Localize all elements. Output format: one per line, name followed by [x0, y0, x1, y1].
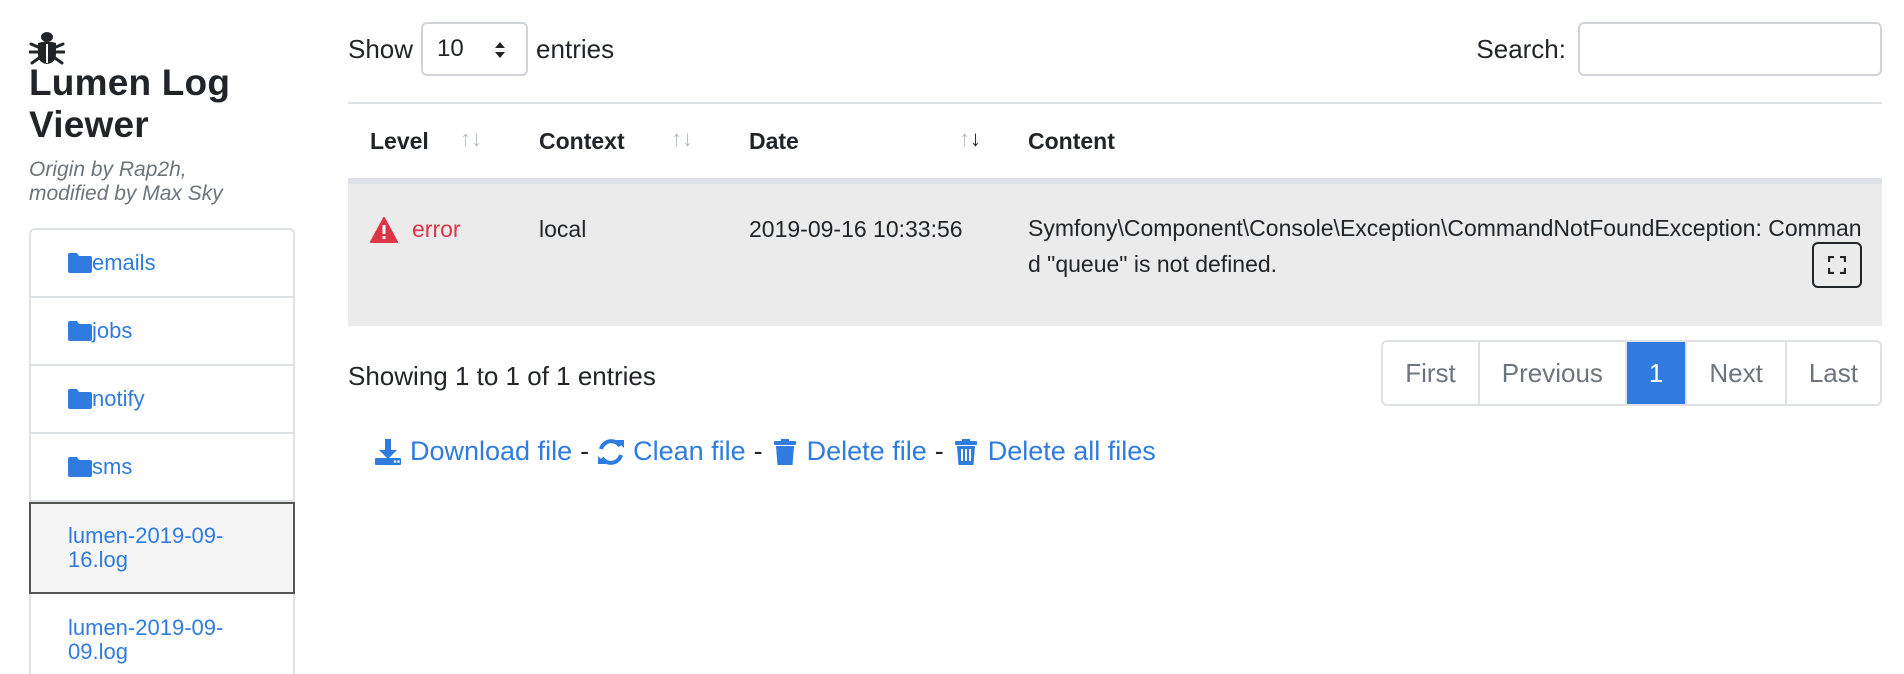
- search-control: Search:: [1476, 22, 1882, 76]
- folder-label: sms: [92, 454, 133, 479]
- delete-file-label: Delete file: [806, 436, 927, 466]
- column-header-label: Context: [539, 127, 625, 154]
- subtitle-line-1: Origin by Rap2h,: [29, 158, 187, 181]
- folder-label: notify: [92, 386, 145, 411]
- table-controls: Show 10 entries Search:: [348, 22, 1882, 76]
- cell-date: 2019-09-16 10:33:56: [749, 216, 963, 242]
- app-subtitle: Origin by Rap2h, modified by Max Sky: [29, 158, 295, 206]
- log-table: Level ↑↓ Context ↑↓ Date ↑↓ Content erro…: [348, 102, 1882, 326]
- log-folder-list: emails jobs notify sms lumen-2019-09-16.…: [29, 228, 295, 674]
- separator: -: [753, 436, 763, 466]
- trash-all-icon: [954, 438, 977, 465]
- delete-all-files-label: Delete all files: [987, 436, 1156, 466]
- select-arrows-icon: [495, 42, 506, 58]
- separator: -: [580, 436, 590, 466]
- level-text: error: [412, 216, 461, 242]
- show-label: Show: [348, 33, 414, 64]
- refresh-icon: [598, 438, 625, 465]
- page-size-select[interactable]: 10: [421, 22, 529, 76]
- folder-icon: [68, 457, 92, 477]
- download-file-label: Download file: [410, 436, 573, 466]
- column-header-label: Level: [370, 127, 429, 154]
- page-current-button[interactable]: 1: [1626, 342, 1688, 404]
- folder-item-jobs[interactable]: jobs: [31, 298, 293, 366]
- folder-item-sms[interactable]: sms: [31, 434, 293, 502]
- search-input[interactable]: [1578, 22, 1882, 76]
- expand-button[interactable]: [1812, 242, 1862, 288]
- folder-icon: [68, 253, 92, 273]
- page-size-control: Show 10 entries: [348, 22, 614, 76]
- column-header-label: Content: [1028, 127, 1115, 154]
- search-label: Search:: [1476, 33, 1566, 64]
- log-file-item[interactable]: lumen-2019-09-09.log: [31, 594, 293, 674]
- main-content: Show 10 entries Search: Level ↑↓ Context: [348, 22, 1882, 467]
- delete-file-link[interactable]: Delete file: [771, 436, 927, 467]
- cell-context: local: [539, 216, 587, 242]
- download-file-link[interactable]: Download file: [374, 436, 572, 467]
- sort-desc-icon: ↑↓: [959, 125, 981, 151]
- column-header-context[interactable]: Context ↑↓: [517, 125, 727, 155]
- app-title-text: Lumen Log Viewer: [29, 62, 231, 145]
- pagination: First Previous 1 Next Last: [1381, 340, 1882, 406]
- sort-icon: ↑↓: [671, 125, 693, 151]
- page-previous-button[interactable]: Previous: [1480, 342, 1627, 404]
- folder-icon: [68, 321, 92, 341]
- column-header-date[interactable]: Date ↑↓: [727, 125, 1006, 155]
- folder-item-notify[interactable]: notify: [31, 366, 293, 434]
- folder-icon: [68, 389, 92, 409]
- subtitle-line-2: modified by Max Sky: [29, 182, 223, 205]
- page-last-button[interactable]: Last: [1787, 342, 1880, 404]
- log-file-item-active[interactable]: lumen-2019-09-16.log: [29, 502, 295, 594]
- folder-item-emails[interactable]: emails: [31, 230, 293, 298]
- column-header-level[interactable]: Level ↑↓: [348, 125, 517, 155]
- clean-file-label: Clean file: [633, 436, 746, 466]
- expand-icon: [1828, 256, 1846, 274]
- folder-label: emails: [92, 250, 156, 275]
- content-text: Symfony\Component\Console\Exception\Comm…: [1028, 215, 1862, 277]
- table-info: Showing 1 to 1 of 1 entries: [348, 360, 656, 391]
- warning-icon: [370, 216, 398, 243]
- table-footer: Showing 1 to 1 of 1 entries First Previo…: [348, 340, 1882, 406]
- app-title: Lumen Log Viewer: [29, 26, 295, 146]
- folder-label: jobs: [92, 318, 133, 343]
- bug-icon: [29, 32, 65, 65]
- log-file-label: lumen-2019-09-09.log: [68, 615, 224, 664]
- trash-icon: [773, 438, 796, 465]
- sidebar: Lumen Log Viewer Origin by Rap2h, modifi…: [29, 26, 295, 674]
- column-header-content: Content: [1006, 128, 1882, 155]
- sort-icon: ↑↓: [460, 125, 482, 151]
- download-icon: [375, 438, 401, 465]
- entries-label: entries: [536, 33, 615, 64]
- column-header-label: Date: [749, 127, 799, 154]
- clean-file-link[interactable]: Clean file: [597, 436, 746, 467]
- page-next-button[interactable]: Next: [1687, 342, 1787, 404]
- separator: -: [934, 436, 944, 466]
- table-header: Level ↑↓ Context ↑↓ Date ↑↓ Content: [348, 104, 1882, 184]
- cell-level: error: [348, 184, 517, 326]
- file-actions: Download file - Clean file - Delete file…: [374, 436, 1882, 467]
- log-file-label: lumen-2019-09-16.log: [68, 523, 224, 572]
- page-size-value: 10: [437, 35, 464, 62]
- delete-all-files-link[interactable]: Delete all files: [952, 436, 1156, 467]
- page-first-button[interactable]: First: [1383, 342, 1480, 404]
- table-row: error local 2019-09-16 10:33:56 Symfony\…: [348, 184, 1882, 326]
- cell-content: Symfony\Component\Console\Exception\Comm…: [1006, 184, 1882, 326]
